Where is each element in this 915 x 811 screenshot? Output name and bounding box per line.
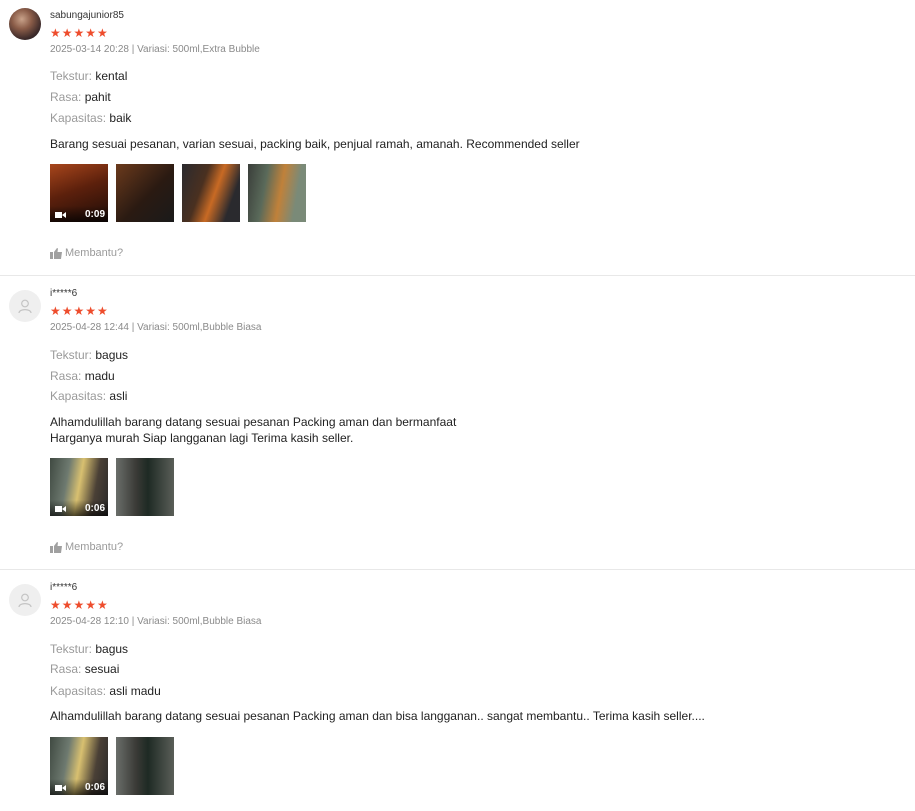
helpful-button[interactable]: Membantu? (50, 541, 123, 553)
attr-value: asli madu (109, 684, 161, 698)
video-camera-icon (55, 212, 66, 218)
media-video-thumbnail[interactable]: 0:06 (50, 737, 108, 795)
rating-stars: ★★★★★ (50, 304, 109, 318)
media-image-thumbnail[interactable] (182, 164, 240, 222)
media-image-thumbnail[interactable] (116, 164, 174, 222)
review-text: Alhamdulillah barang datang sesuai pesan… (50, 414, 456, 446)
reviewer-username[interactable]: i*****6 (50, 582, 77, 593)
review-text: Alhamdulillah barang datang sesuai pesan… (50, 708, 705, 724)
attr-value: madu (84, 369, 115, 383)
attr-rasa: Rasa: pahit (50, 90, 111, 104)
avatar[interactable] (9, 290, 41, 322)
attr-label: Tekstur: (50, 348, 93, 362)
helpful-button[interactable]: Membantu? (50, 247, 123, 259)
rating-stars: ★★★★★ (50, 598, 109, 612)
review-variation: 500ml,Bubble Biasa (172, 616, 262, 627)
review-variation: 500ml,Extra Bubble (172, 44, 260, 55)
attr-tekstur: Tekstur: bagus (50, 642, 128, 656)
attr-rasa: Rasa: sesuai (50, 662, 119, 676)
attr-kapasitas: Kapasitas: baik (50, 111, 131, 125)
meta-separator: | Variasi: (128, 322, 173, 333)
review-date: 2025-04-28 12:10 (50, 616, 129, 627)
media-image-thumbnail[interactable] (116, 458, 174, 516)
video-duration: 0:09 (84, 209, 105, 220)
attr-rasa: Rasa: madu (50, 369, 115, 383)
media-image-thumbnail[interactable] (248, 164, 306, 222)
review-meta: 2025-03-14 20:28 | Variasi: 500ml,Extra … (50, 44, 260, 55)
attr-value: sesuai (84, 662, 120, 676)
review-meta: 2025-04-28 12:10 | Variasi: 500ml,Bubble… (50, 616, 261, 627)
review-variation: 500ml,Bubble Biasa (172, 322, 262, 333)
reviewer-username[interactable]: sabungajunior85 (50, 10, 124, 21)
video-camera-icon (55, 785, 66, 791)
media-video-thumbnail[interactable]: 0:06 (50, 458, 108, 516)
attr-label: Rasa: (50, 369, 82, 383)
attr-value: asli (109, 389, 128, 403)
attr-value: pahit (84, 90, 111, 104)
review-date: 2025-04-28 12:44 (50, 322, 129, 333)
video-duration: 0:06 (84, 782, 105, 793)
attr-label: Tekstur: (50, 69, 93, 83)
review-date: 2025-03-14 20:28 (50, 44, 129, 55)
review-media: 0:09 (50, 164, 306, 222)
attr-value: baik (109, 111, 132, 125)
review-text-line: Alhamdulillah barang datang sesuai pesan… (50, 709, 705, 723)
attr-tekstur: Tekstur: bagus (50, 348, 128, 362)
attr-tekstur: Tekstur: kental (50, 69, 127, 83)
default-user-icon (18, 299, 32, 314)
meta-separator: | Variasi: (128, 44, 173, 55)
review-text-line: Alhamdulillah barang datang sesuai pesan… (50, 415, 457, 429)
attr-value: kental (95, 69, 128, 83)
avatar[interactable] (9, 8, 41, 40)
video-camera-icon (55, 506, 66, 512)
review-item: i*****6 ★★★★★ 2025-04-28 12:44 | Variasi… (0, 276, 915, 570)
attr-label: Rasa: (50, 90, 82, 104)
video-duration: 0:06 (84, 503, 105, 514)
review-media: 0:06 (50, 458, 174, 516)
attr-kapasitas: Kapasitas: asli madu (50, 684, 161, 698)
helpful-label: Membantu? (65, 247, 124, 259)
review-text-line: Harganya murah Siap langganan lagi Terim… (50, 431, 354, 445)
media-image-thumbnail[interactable] (116, 737, 174, 795)
attr-label: Rasa: (50, 662, 82, 676)
review-media: 0:06 (50, 737, 174, 795)
attr-label: Tekstur: (50, 642, 93, 656)
attr-kapasitas: Kapasitas: asli (50, 389, 127, 403)
meta-separator: | Variasi: (128, 616, 173, 627)
review-meta: 2025-04-28 12:44 | Variasi: 500ml,Bubble… (50, 322, 261, 333)
attr-label: Kapasitas: (50, 684, 107, 698)
media-video-thumbnail[interactable]: 0:09 (50, 164, 108, 222)
attr-label: Kapasitas: (50, 111, 107, 125)
reviewer-username[interactable]: i*****6 (50, 288, 77, 299)
helpful-label: Membantu? (65, 541, 124, 553)
review-text: Barang sesuai pesanan, varian sesuai, pa… (50, 136, 580, 152)
rating-stars: ★★★★★ (50, 26, 109, 40)
default-user-icon (18, 593, 32, 608)
review-text-line: Barang sesuai pesanan, varian sesuai, pa… (50, 137, 580, 151)
review-item: sabungajunior85 ★★★★★ 2025-03-14 20:28 |… (0, 0, 915, 276)
attr-value: bagus (95, 642, 129, 656)
avatar[interactable] (9, 584, 41, 616)
thumbs-up-icon (50, 541, 62, 553)
attr-value: bagus (95, 348, 129, 362)
thumbs-up-icon (50, 247, 62, 259)
review-item: i*****6 ★★★★★ 2025-04-28 12:10 | Variasi… (0, 570, 915, 811)
attr-label: Kapasitas: (50, 389, 107, 403)
